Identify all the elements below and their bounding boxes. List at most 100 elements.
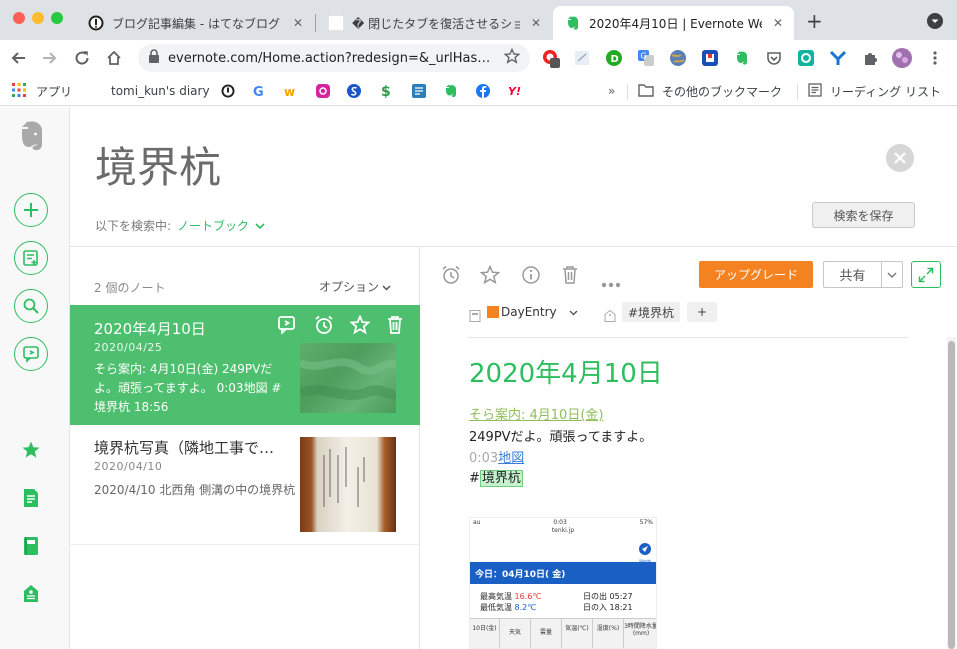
tab-search-icon[interactable] <box>927 13 943 33</box>
home-icon[interactable] <box>104 48 124 68</box>
extension-opera-icon[interactable] <box>541 48 561 68</box>
address-bar[interactable]: evernote.com/Home.action?redesign=&_urlH… <box>138 44 530 72</box>
extension-d-icon[interactable]: D <box>604 48 624 68</box>
bookmark-diary[interactable]: tomi_kun's diary <box>111 82 210 100</box>
reading-list[interactable]: リーディング リスト <box>808 82 941 100</box>
note-link[interactable]: そら案内: 4月10日(金) <box>469 404 603 423</box>
shortcut-star-icon[interactable] <box>479 264 501 289</box>
extension-evernote-icon[interactable] <box>732 48 752 68</box>
minimize-window-button[interactable] <box>32 12 44 24</box>
hatena-icon[interactable] <box>221 82 235 100</box>
facebook-icon[interactable] <box>476 82 490 100</box>
more-actions-icon[interactable] <box>601 273 621 292</box>
close-window-button[interactable] <box>13 12 25 24</box>
reminder-alarm-icon[interactable] <box>441 265 461 289</box>
scrollbar-thumb[interactable] <box>948 341 955 649</box>
other-bookmarks[interactable]: その他のブックマーク <box>638 82 782 100</box>
evernote-icon[interactable] <box>444 82 458 100</box>
bookmark-star-icon[interactable] <box>503 47 521 68</box>
tab-close-icon[interactable]: ✕ <box>770 16 786 30</box>
notebooks-icon[interactable] <box>14 529 48 563</box>
high-label: 最高気温 <box>480 592 512 601</box>
tab-hatena-blog[interactable]: ブログ記事編集 - はてなブログ ✕ <box>76 6 314 40</box>
notebook-selector[interactable]: DayEntry <box>487 305 578 319</box>
note-card-selected[interactable]: 2020年4月10日 2020/04/25 そら案内: 4月10日(金) 249… <box>70 305 420 425</box>
notes-icon[interactable] <box>14 481 48 515</box>
extension-circle-icon[interactable] <box>796 48 816 68</box>
scrollbar-track[interactable] <box>947 337 956 649</box>
svg-text:D: D <box>611 54 619 65</box>
tab-restore-closed[interactable]: � 閉じたタブを復活させるショー ✕ <box>316 6 552 40</box>
tab-close-icon[interactable]: ✕ <box>528 16 544 30</box>
new-tab-button[interactable]: + <box>806 9 823 33</box>
work-chat-button[interactable] <box>14 337 48 371</box>
profile-avatar[interactable] <box>892 48 912 68</box>
note-info-icon[interactable] <box>521 265 541 289</box>
chevron-down-icon <box>382 280 391 294</box>
note-thumbnail <box>298 343 400 413</box>
shortcuts-star-icon[interactable] <box>14 433 48 467</box>
pocket-icon[interactable] <box>764 48 784 68</box>
s-icon[interactable] <box>347 82 361 100</box>
forward-arrow-icon[interactable] <box>40 48 60 68</box>
dollar-icon[interactable]: $ <box>380 82 394 100</box>
tag-chip[interactable]: #境界杭 <box>622 302 680 322</box>
save-search-button[interactable]: 検索を保存 <box>812 202 915 228</box>
share-options-dropdown[interactable] <box>881 261 903 288</box>
evernote-logo-icon[interactable] <box>14 119 48 153</box>
chevron-down-icon[interactable] <box>255 219 265 233</box>
delete-trash-icon[interactable] <box>386 315 404 339</box>
w-icon[interactable]: w <box>284 82 300 100</box>
search-scope-dropdown[interactable]: ノートブック <box>177 217 249 234</box>
tags-icon[interactable] <box>14 577 48 611</box>
note-snippet: そら案内: 4月10日(金) 249PVだよ。頑張ってますよ。 0:03地図 #… <box>94 362 282 414</box>
upgrade-button[interactable]: アップグレード <box>699 261 813 288</box>
note-card[interactable]: 境界杭写真（隣地工事で… 2020/04/10 2020/4/10 北西角 側溝… <box>70 425 420 545</box>
reminder-alarm-icon[interactable] <box>314 315 334 339</box>
shortcut-star-icon[interactable] <box>349 314 371 339</box>
extension-y-icon[interactable] <box>828 48 848 68</box>
back-arrow-icon[interactable] <box>8 48 28 68</box>
clear-search-icon[interactable] <box>886 144 914 176</box>
tab-title: 2020年4月10日 | Evernote Web <box>589 16 762 31</box>
high-value: 16.6℃ <box>514 592 542 601</box>
shortcuts-button[interactable] <box>14 241 48 275</box>
reading-list-label: リーディング リスト <box>830 84 941 99</box>
add-tag-button[interactable]: + <box>687 302 717 322</box>
extension-note-icon[interactable] <box>572 48 592 68</box>
tab-close-icon[interactable]: ✕ <box>290 16 306 30</box>
expand-note-button[interactable] <box>911 261 941 288</box>
map-link[interactable]: 地図 <box>498 451 524 466</box>
sunrise-value: 05:27 <box>609 592 633 601</box>
low-value: 8.2℃ <box>514 603 537 612</box>
tab-strip: ブログ記事編集 - はてなブログ ✕ � 閉じたタブを復活させるショー ✕ 20… <box>0 0 957 40</box>
calc-icon[interactable] <box>412 82 426 100</box>
yahoo-icon[interactable]: Y! <box>508 82 526 100</box>
table-header: 3時間降水量(mm) <box>624 623 657 637</box>
hatena-icon <box>88 15 104 31</box>
work-chat-icon[interactable] <box>278 316 296 338</box>
options-dropdown[interactable]: オプション <box>319 278 391 295</box>
svg-text:Y!: Y! <box>508 85 521 98</box>
new-note-button[interactable] <box>14 193 48 227</box>
extension-pocket-square-icon[interactable] <box>700 48 720 68</box>
search-button[interactable] <box>14 289 48 323</box>
extension-translate-icon[interactable]: G <box>636 48 656 68</box>
tab-evernote[interactable]: 2020年4月10日 | Evernote Web ✕ <box>553 6 794 40</box>
bookmark-apps[interactable]: アプリ <box>12 82 72 100</box>
search-header: 境界杭 以下を検索中: ノートブック 検索を保存 <box>70 107 957 247</box>
instagram-icon[interactable] <box>316 82 330 100</box>
reload-icon[interactable] <box>72 48 92 68</box>
share-button[interactable]: 共有 <box>823 261 881 288</box>
extension-globe-icon[interactable] <box>668 48 688 68</box>
note-title[interactable]: 2020年4月10日 <box>469 353 663 390</box>
browser-menu-icon[interactable] <box>925 48 945 68</box>
note-title: 境界杭写真（隣地工事で… <box>94 439 275 457</box>
zoom-window-button[interactable] <box>51 12 63 24</box>
more-bookmarks-button[interactable]: » <box>608 82 615 100</box>
svg-text:G: G <box>641 52 647 61</box>
delete-trash-icon[interactable] <box>561 265 579 289</box>
inline-tag[interactable]: 境界杭 <box>479 470 523 487</box>
extensions-puzzle-icon[interactable] <box>860 48 880 68</box>
google-icon[interactable]: G <box>253 82 267 100</box>
